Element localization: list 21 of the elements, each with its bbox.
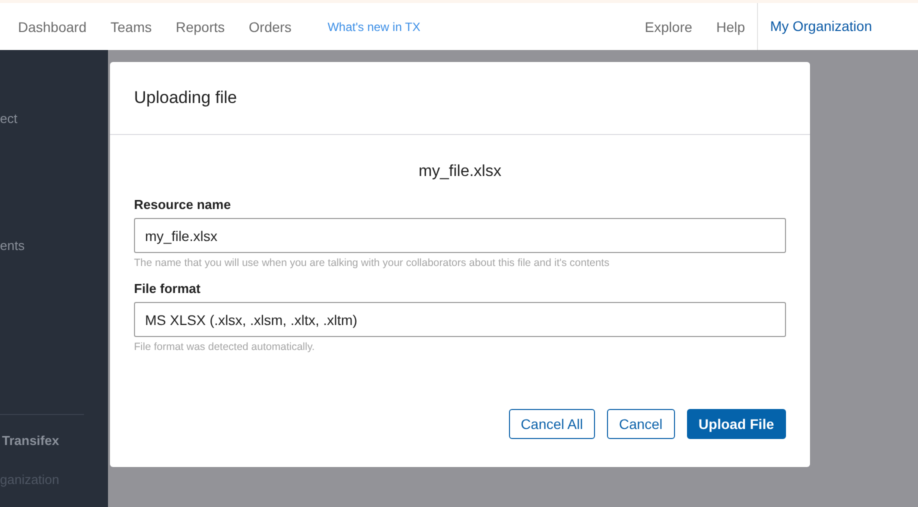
upload-button[interactable]: Upload File	[686, 409, 786, 439]
input-field[interactable]: MS XLSX (.xlsx, .xlsm, .xltx, .xltm)	[134, 302, 786, 337]
file-name: my_file.xlsx	[418, 163, 502, 181]
input-field[interactable]: my_file.xlsx	[134, 218, 786, 253]
nav-link[interactable]: Help	[716, 18, 746, 34]
field-hint: The name that you will use when you are talking with your collaborators about this file and it's contents	[134, 257, 610, 269]
sidebar-item[interactable]: ents	[0, 238, 108, 253]
nav-link[interactable]: Explore	[644, 18, 692, 34]
nav-link[interactable]: Dashboard	[18, 18, 86, 34]
sidebar-section-title: Transifex	[1, 433, 60, 448]
nav-link[interactable]: Reports	[176, 18, 225, 34]
dialog-title: Uploading file	[134, 88, 238, 108]
cancel-button[interactable]: Cancel All	[508, 409, 595, 439]
field-hint: File format was detected automatically.	[134, 341, 316, 353]
cancel-button[interactable]: Cancel	[606, 409, 675, 439]
nav-link[interactable]: Teams	[110, 18, 152, 34]
nav-link[interactable]: Orders	[248, 18, 292, 34]
whats-new-link[interactable]: What's new in TX	[328, 20, 420, 34]
field-label: Resource name	[134, 197, 232, 212]
sidebar-item[interactable]: ect	[0, 111, 108, 126]
field-label: File format	[134, 281, 202, 296]
